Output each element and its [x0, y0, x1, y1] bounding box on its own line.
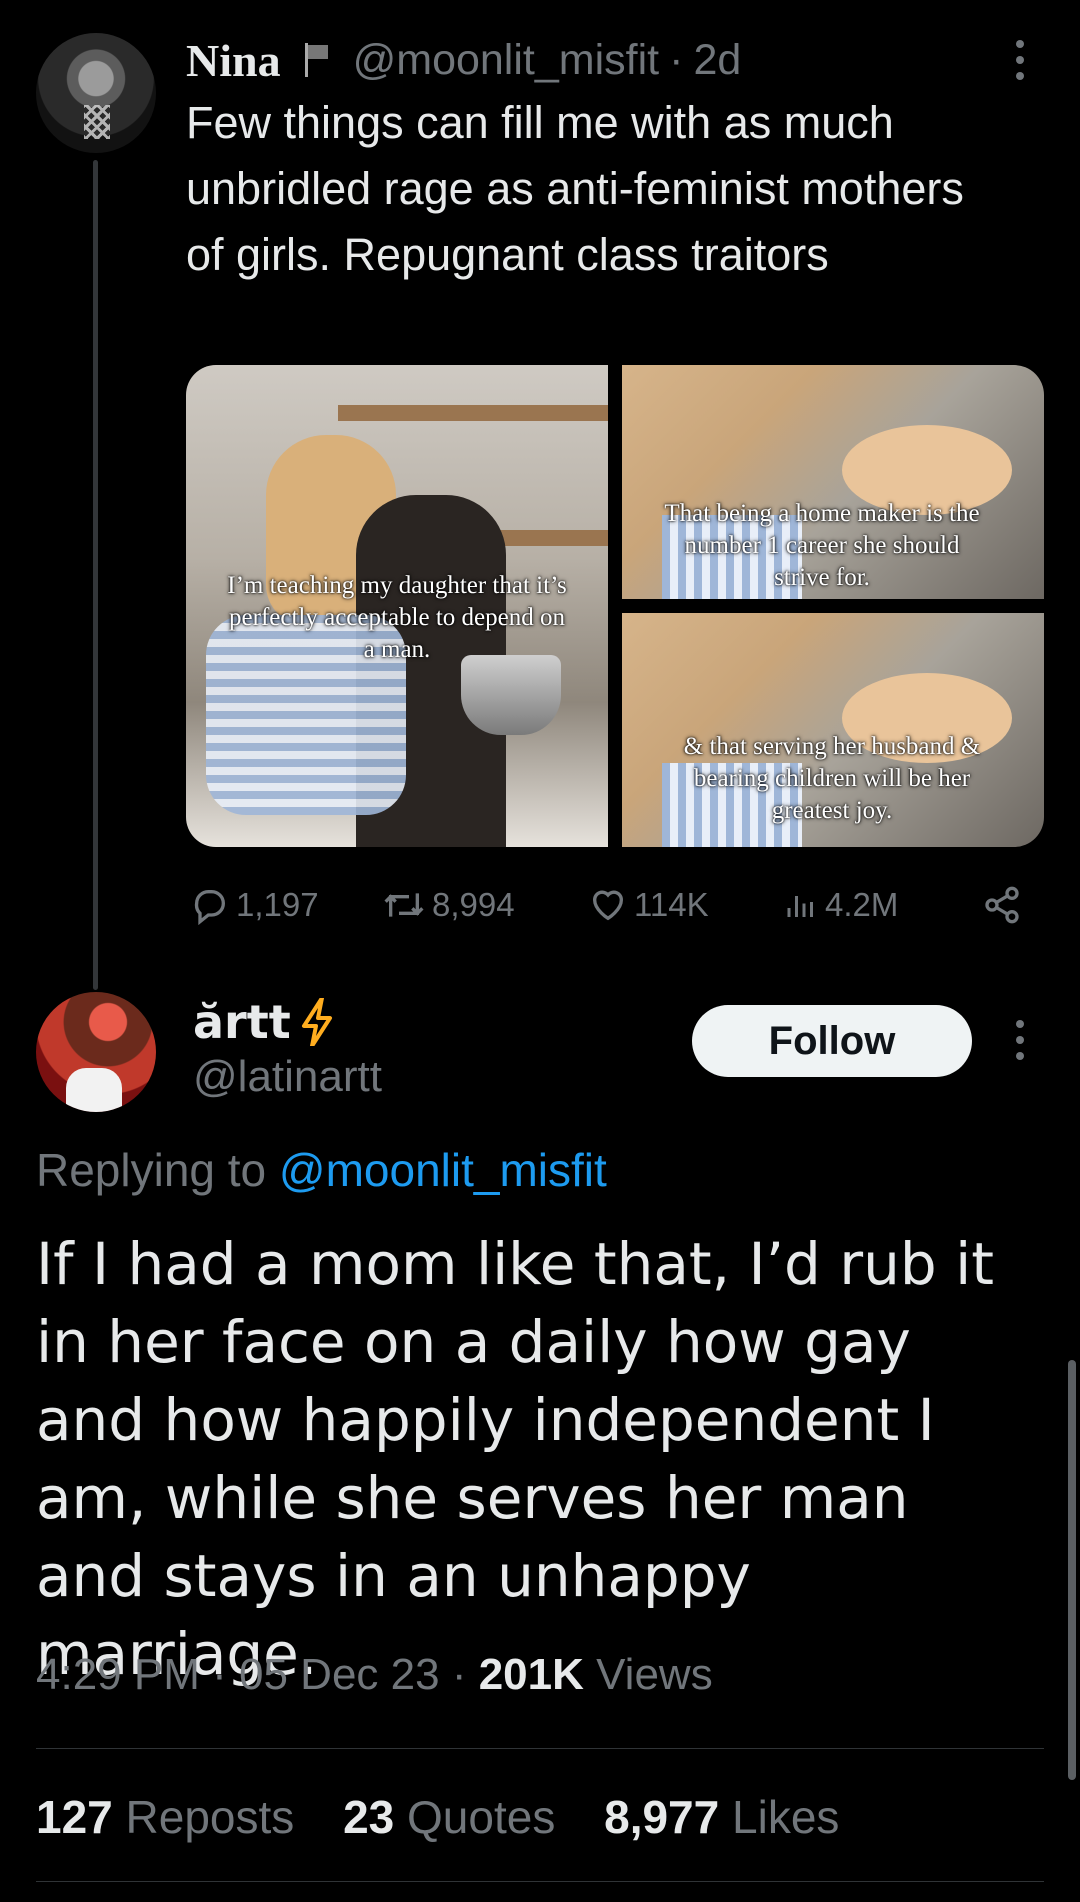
share-button[interactable] — [982, 875, 1028, 935]
flag-icon — [303, 43, 331, 77]
media-image[interactable]: & that serving her husband & bearing chi… — [622, 613, 1044, 847]
media-caption: I’m teaching my daughter that it’s perfe… — [227, 572, 567, 663]
views-icon — [787, 896, 813, 917]
separator-dot: · — [451, 1650, 467, 1699]
divider — [36, 1881, 1044, 1882]
repost-count: 8,994 — [432, 886, 515, 923]
more-icon[interactable] — [1008, 40, 1032, 80]
quotes-stat[interactable]: 23 Quotes — [343, 1791, 555, 1843]
replying-prefix: Replying to — [36, 1144, 267, 1196]
like-count: 114K — [634, 886, 709, 923]
views-count: 201K — [478, 1650, 584, 1699]
mention-link[interactable]: @moonlit_misfit — [279, 1144, 607, 1196]
repost-button[interactable]: 8,994 — [382, 875, 515, 935]
divider — [36, 1748, 1044, 1749]
reposts-stat[interactable]: 127 Reposts — [36, 1791, 294, 1843]
media-grid[interactable]: I’m teaching my daughter that it’s perfe… — [186, 365, 1044, 847]
avatar[interactable] — [36, 992, 156, 1112]
separator-dot: · — [212, 1650, 227, 1699]
engagement-stats: 127 Reposts 23 Quotes 8,977 Likes — [36, 1790, 875, 1844]
action-bar: 1,197 8,994 114K 4.2M — [190, 875, 1040, 935]
views-label: Views — [596, 1650, 713, 1699]
media-image[interactable]: That being a home maker is the number 1 … — [622, 365, 1044, 599]
avatar[interactable] — [36, 33, 156, 153]
media-caption: That being a home maker is the number 1 … — [664, 500, 980, 591]
follow-button[interactable]: Follow — [692, 1005, 972, 1077]
tweet-time[interactable]: 2d — [693, 36, 741, 85]
tweet-meta: 4:29 PM · 05 Dec 23 · 201K Views — [36, 1650, 713, 1700]
likes-stat[interactable]: 8,977 Likes — [604, 1791, 839, 1843]
reply-time[interactable]: 4:29 PM — [36, 1650, 200, 1699]
author-name-text[interactable]: ărtt — [193, 995, 291, 1049]
like-button[interactable]: 114K — [588, 875, 709, 935]
reply-icon — [194, 890, 225, 925]
author-name[interactable]: ărtt — [193, 995, 335, 1049]
thread-line — [93, 160, 98, 990]
tweet-header: Nina @moonlit_misfit · 2d — [186, 30, 741, 90]
reply-count: 1,197 — [236, 886, 319, 923]
author-name[interactable]: Nina — [186, 34, 281, 87]
like-icon — [593, 890, 623, 921]
views-button[interactable]: 4.2M — [783, 875, 898, 935]
author-handle[interactable]: @moonlit_misfit — [353, 36, 660, 85]
author-handle[interactable]: @latinartt — [193, 1052, 382, 1102]
reply-text: If I had a mom like that, I’d rub it in … — [36, 1230, 994, 1688]
more-icon[interactable] — [1008, 1020, 1032, 1060]
separator-dot: · — [669, 35, 684, 84]
tweet-text: Few things can fill me with as much unbr… — [186, 97, 964, 280]
scrollbar[interactable] — [1068, 1360, 1076, 1780]
media-caption: & that serving her husband & bearing chi… — [683, 733, 981, 824]
reply-date[interactable]: 05 Dec 23 — [239, 1650, 440, 1699]
reply-button[interactable]: 1,197 — [190, 875, 319, 935]
replying-to: Replying to @moonlit_misfit — [36, 1143, 607, 1197]
lightning-icon — [301, 998, 332, 1046]
media-image[interactable]: I’m teaching my daughter that it’s perfe… — [186, 365, 608, 847]
views-count: 4.2M — [825, 886, 899, 923]
share-icon — [985, 886, 1019, 924]
repost-icon — [384, 893, 424, 917]
